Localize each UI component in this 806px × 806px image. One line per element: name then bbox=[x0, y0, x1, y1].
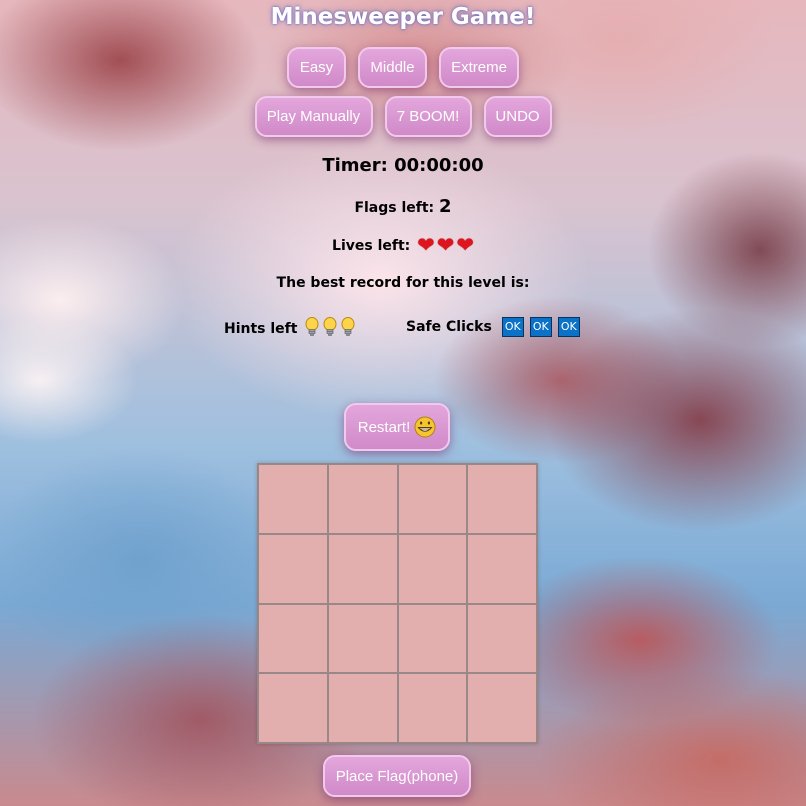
hint-bulbs bbox=[301, 317, 355, 341]
board-cell[interactable] bbox=[397, 533, 468, 604]
seven-boom-button[interactable]: 7 BOOM! bbox=[384, 96, 472, 137]
lightbulb-icon[interactable] bbox=[341, 317, 355, 337]
heart-icon: ❤ bbox=[417, 233, 435, 257]
safe-click-ok-icon[interactable]: OK bbox=[501, 317, 524, 337]
lives-label: Lives left: bbox=[332, 238, 411, 254]
easy-button[interactable]: Easy bbox=[287, 47, 346, 88]
timer: Timer: 00:00:00 bbox=[0, 155, 806, 176]
board-cell[interactable] bbox=[327, 464, 398, 534]
board-cell[interactable] bbox=[258, 673, 328, 743]
play-manually-button[interactable]: Play Manually bbox=[254, 96, 373, 137]
heart-icon: ❤ bbox=[436, 233, 455, 257]
hints-panel: Hints left bbox=[224, 317, 355, 341]
lives-hearts: ❤❤❤ bbox=[415, 233, 474, 257]
timer-label: Timer: bbox=[322, 155, 388, 176]
hints-label: Hints left bbox=[224, 321, 298, 337]
heart-icon: ❤ bbox=[456, 233, 474, 257]
safe-click-ok-icon[interactable]: OK bbox=[529, 317, 552, 337]
board-cell[interactable] bbox=[327, 533, 398, 604]
board-cell[interactable] bbox=[397, 673, 468, 743]
board-cell[interactable] bbox=[258, 464, 328, 534]
safe-click-ok-icon[interactable]: OK bbox=[557, 317, 580, 337]
board-cell[interactable] bbox=[397, 464, 468, 534]
place-flag-button[interactable]: Place Flag(phone) bbox=[323, 755, 471, 797]
page-title: Minesweeper Game! bbox=[270, 4, 536, 30]
lives-counter: Lives left: ❤❤❤ bbox=[0, 233, 806, 257]
restart-button[interactable]: Restart! bbox=[344, 403, 450, 451]
best-record: The best record for this level is: bbox=[276, 275, 530, 291]
board-cell[interactable] bbox=[467, 673, 537, 743]
board-cell[interactable] bbox=[467, 464, 537, 534]
timer-value: 00:00:00 bbox=[394, 155, 484, 176]
flags-count: 2 bbox=[439, 196, 452, 217]
extreme-button[interactable]: Extreme bbox=[439, 47, 519, 88]
board-cell[interactable] bbox=[327, 673, 398, 743]
level-buttons: Easy Middle Extreme bbox=[0, 47, 806, 88]
board-cell[interactable] bbox=[258, 533, 328, 604]
board-cell[interactable] bbox=[397, 603, 468, 674]
safe-clicks-label: Safe Clicks bbox=[406, 319, 492, 335]
board-cell[interactable] bbox=[327, 603, 398, 674]
flags-label: Flags left: bbox=[354, 200, 435, 216]
lightbulb-icon[interactable] bbox=[323, 317, 337, 337]
grinning-face-icon bbox=[414, 416, 436, 438]
lightbulb-icon[interactable] bbox=[305, 317, 319, 337]
middle-button[interactable]: Middle bbox=[358, 47, 427, 88]
board-cell[interactable] bbox=[467, 603, 537, 674]
safe-clicks-panel: Safe Clicks OK OK OK bbox=[406, 317, 580, 337]
board-cell[interactable] bbox=[467, 533, 537, 604]
safe-click-buttons: OK OK OK bbox=[496, 317, 580, 337]
board-cell[interactable] bbox=[258, 603, 328, 674]
flags-counter: Flags left: 2 bbox=[0, 196, 806, 217]
mode-buttons: Play Manually 7 BOOM! UNDO bbox=[0, 96, 806, 137]
undo-button[interactable]: UNDO bbox=[483, 96, 552, 137]
restart-label: Restart! bbox=[357, 418, 411, 436]
game-board bbox=[257, 463, 538, 744]
